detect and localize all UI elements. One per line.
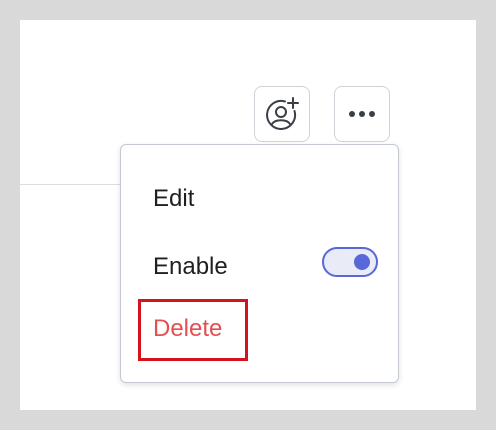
divider-line [20,184,121,185]
toggle-knob [354,254,370,270]
enable-toggle[interactable] [322,247,378,277]
menu-item-label: Enable [153,253,228,280]
menu-item-edit[interactable]: Edit [121,185,398,225]
menu-item-label: Delete [153,315,223,342]
menu-item-label: Edit [153,185,195,212]
user-circle-plus-icon [263,95,301,133]
menu-item-delete[interactable]: Delete [121,315,398,355]
more-options-button[interactable] [334,86,390,142]
add-user-button[interactable] [254,86,310,142]
options-dropdown-menu: Edit Enable Delete [120,144,399,383]
more-horizontal-icon [347,110,377,118]
